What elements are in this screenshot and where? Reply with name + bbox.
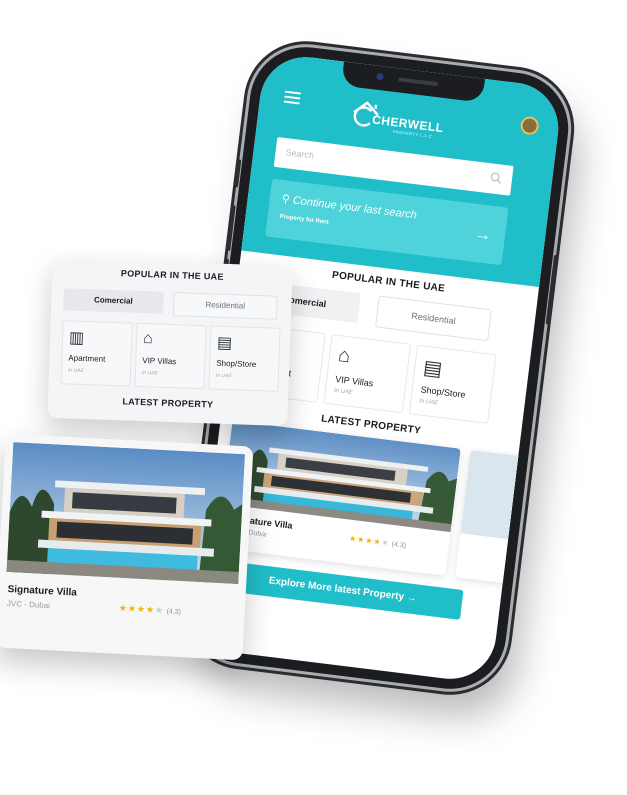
arrow-right-icon: → [406,592,418,605]
category-card-apartment[interactable]: ▥ Apartment In UAE [60,320,133,387]
search-icon: ⚲ [281,193,291,206]
category-card-shop-store[interactable]: ▤ Shop/Store In UAE [408,344,497,424]
category-location: In UAE [333,387,354,397]
store-icon: ▤ [216,334,233,353]
villa-icon: ⌂ [142,330,154,348]
rating: ★★★★★ (4.3) [118,602,182,617]
category-card-shop-store[interactable]: ▤ Shop/Store In UAE [208,325,281,392]
rating-value: (4.3) [166,608,182,617]
search-icon [490,172,501,184]
category-name: Shop/Store [420,384,467,400]
tab-comercial[interactable]: Comercial [63,288,164,314]
rating: ★★★★★ (4.3) [348,534,406,550]
rating-value: (4.3) [391,541,407,550]
brand-logo: CHERWELL PROPERTY L.L.C [349,97,472,145]
category-name: VIP Villas [142,356,177,367]
property-location: JVC - Dubai [6,598,51,611]
continue-search-card[interactable]: ⚲ Continue your last search Property for… [265,178,509,266]
star-icon: ★ [380,537,391,548]
latest-section-title: LATEST PROPERTY [122,396,214,410]
property-title: Signature Villa [7,583,78,599]
category-name: Shop/Store [216,358,257,370]
continue-search-subtitle: Property for Rent [279,213,330,226]
property-card-next[interactable] [455,449,531,585]
popular-overlay-panel: POPULAR IN THE UAE Comercial Residential… [47,257,293,427]
building-icon: ▥ [68,329,85,347]
category-location: In UAE [418,398,439,407]
category-name: Apartment [68,353,106,364]
property-card[interactable]: Signature Villa JVC - Dubai ★★★★★ (4.3) [216,420,461,576]
tab-residential[interactable]: Residential [374,295,492,342]
star-icon: ★★★★ [348,533,383,547]
popular-section-title: POPULAR IN THE UAE [120,268,224,282]
category-location: In UAE [215,372,232,380]
category-location: In UAE [67,367,84,375]
category-card-vip-villas[interactable]: ⌂ VIP Villas In UAE [134,322,207,390]
store-icon: ▤ [422,356,444,381]
explore-label: Explore More latest Property [268,575,405,603]
star-icon: ★★★★ [118,602,156,615]
villa-photo [6,442,246,585]
property-overlay-card[interactable]: Signature Villa JVC - Dubai ★★★★★ (4.3) [0,433,254,661]
star-icon: ★ [154,604,165,616]
tab-residential[interactable]: Residential [172,292,278,320]
category-location: In UAE [141,370,158,377]
user-avatar[interactable] [519,115,540,136]
hamburger-menu-icon[interactable] [283,90,301,105]
villa-icon: ⌂ [336,344,352,368]
search-placeholder: Search [285,147,315,161]
category-name: VIP Villas [334,373,374,389]
category-card-vip-villas[interactable]: ⌂ VIP Villas In UAE [323,334,412,414]
arrow-right-icon[interactable]: → [474,226,492,246]
